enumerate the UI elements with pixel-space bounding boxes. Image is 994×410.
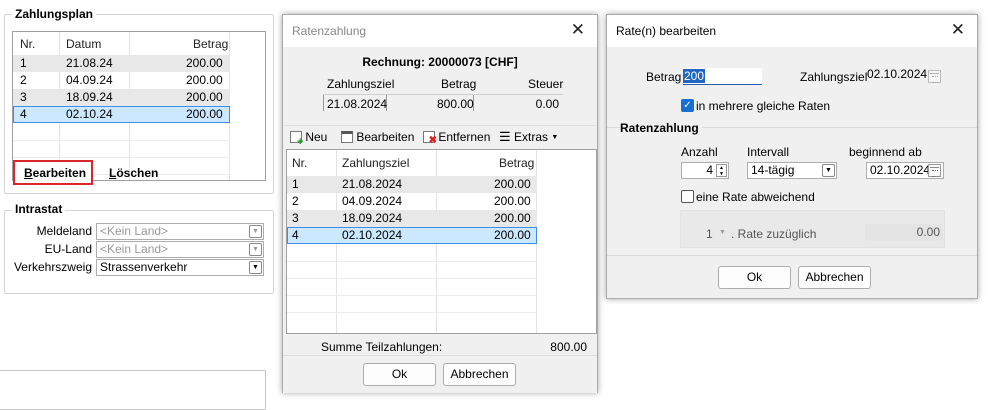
ok-button[interactable]: Ok — [718, 266, 791, 289]
new-icon: + — [290, 131, 303, 148]
col-header-datum[interactable]: Datum — [66, 36, 101, 53]
payment-plan-title: Zahlungsplan — [12, 7, 96, 21]
installments-title: Ratenzahlung — [292, 24, 367, 38]
summary-due: 21.08.2024 — [327, 97, 388, 111]
payment-plan-grid[interactable]: Nr. Datum Betrag 1 21.08.24 200.00 2 04.… — [12, 31, 266, 181]
col-header-nr[interactable]: Nr. — [292, 155, 307, 172]
table-row[interactable]: 4 02.10.24 200.00 — [13, 106, 230, 123]
summary-header-amount: Betrag — [441, 77, 477, 91]
chevron-down-icon[interactable]: ▼ — [249, 261, 262, 274]
edit-rate-title: Rate(n) bearbeiten — [616, 24, 717, 38]
split-checkbox[interactable]: ✓ — [681, 99, 694, 112]
cancel-button[interactable]: Abbrechen — [798, 266, 871, 289]
table-row[interactable]: 4 02.10.2024 200.00 — [287, 227, 537, 244]
amount-field[interactable]: 200 — [683, 68, 762, 85]
interval-label: Intervall — [747, 145, 790, 159]
installment-group-title: Ratenzahlung — [620, 121, 702, 135]
summary-header-due: Zahlungsziel — [327, 77, 395, 91]
stepper-arrows-icon[interactable]: ▲ ▼ — [716, 164, 727, 177]
verkehrszweig-label: Verkehrszweig — [13, 260, 92, 274]
extras-menu[interactable]: ☰ Extras ▼ — [499, 130, 558, 144]
col-header-betrag[interactable]: Betrag — [193, 36, 228, 53]
cancel-button[interactable]: Abbrechen — [443, 363, 516, 386]
edit-rate-titlebar: Rate(n) bearbeiten ✕ — [607, 15, 977, 47]
amount-label: Betrag — [646, 70, 682, 84]
table-row[interactable]: 3 18.09.2024 200.00 — [287, 210, 537, 227]
summary-amount: 800.00 — [437, 97, 474, 111]
edit-toolbar-button[interactable]: Bearbeiten — [341, 130, 414, 144]
summary-tax: 0.00 — [535, 97, 559, 111]
edit-icon — [341, 131, 353, 143]
sum-value: 800.00 — [550, 340, 587, 354]
intrastat-title: Intrastat — [12, 202, 66, 216]
bottom-panel — [0, 370, 266, 410]
toolbar: + Neu Bearbeiten ✖ Entfernen ☰ Extras ▼ — [283, 125, 597, 148]
table-row[interactable]: 2 04.09.2024 200.00 — [287, 193, 537, 210]
count-label: Anzahl — [681, 145, 718, 159]
menu-icon: ☰ — [499, 129, 511, 144]
edit-button[interactable]: Bearbeiten — [24, 166, 86, 180]
summary-row: 21.08.2024 800.00 0.00 — [323, 94, 563, 111]
meldeland-label: Meldeland — [36, 224, 92, 238]
deviating-suffix: . Rate zuzüglich — [731, 227, 817, 241]
delete-icon: ✖ — [423, 131, 437, 146]
installments-grid[interactable]: Nr. Zahlungsziel Betrag 1 21.08.2024 200… — [286, 149, 597, 334]
summary-header-tax: Steuer — [528, 77, 564, 91]
footer — [283, 355, 597, 393]
close-icon[interactable]: ✕ — [571, 21, 585, 39]
chevron-down-icon: ▼ — [551, 134, 559, 141]
table-row[interactable]: 1 21.08.2024 200.00 — [287, 176, 537, 193]
chevron-down-icon[interactable]: ▼ — [249, 225, 262, 238]
deviating-label: eine Rate abweichend — [696, 190, 815, 204]
calendar-icon[interactable] — [928, 70, 941, 83]
close-icon[interactable]: ✕ — [951, 21, 965, 39]
deviating-count[interactable]: 1 — [706, 227, 713, 241]
deviating-checkbox[interactable] — [681, 190, 694, 203]
calendar-icon[interactable] — [928, 164, 941, 177]
chevron-down-icon: ▼ — [719, 229, 726, 236]
ok-button[interactable]: Ok — [363, 363, 436, 386]
euland-select[interactable]: <Kein Land> ▼ — [96, 241, 264, 258]
col-header-nr[interactable]: Nr. — [20, 36, 35, 53]
new-button[interactable]: + Neu — [290, 130, 327, 148]
chevron-down-icon[interactable]: ▼ — [249, 243, 262, 256]
count-stepper[interactable]: 4 ▲ ▼ — [681, 162, 729, 179]
installments-dialog: Ratenzahlung ✕ Rechnung: 20000073 [CHF] … — [282, 14, 598, 393]
table-row[interactable]: 2 04.09.24 200.00 — [13, 72, 230, 89]
invoice-heading: Rechnung: 20000073 [CHF] — [362, 55, 518, 69]
edit-rate-dialog: Rate(n) bearbeiten ✕ Betrag 200 Zahlungs… — [606, 14, 978, 299]
chevron-down-icon[interactable]: ▼ — [822, 164, 835, 177]
col-header-betrag[interactable]: Betrag — [499, 155, 534, 172]
interval-select[interactable]: 14-tägig ▼ — [747, 162, 837, 179]
start-label: beginnend ab — [849, 145, 922, 159]
col-header-zahlungsziel[interactable]: Zahlungsziel — [342, 155, 409, 172]
sum-label: Summe Teilzahlungen: — [321, 340, 443, 354]
table-row[interactable]: 1 21.08.24 200.00 — [13, 55, 230, 72]
delete-button[interactable]: Löschen — [109, 166, 158, 180]
footer — [607, 255, 977, 299]
verkehrszweig-select[interactable]: Strassenverkehr ▼ — [96, 259, 264, 276]
table-row[interactable]: 3 18.09.24 200.00 — [13, 89, 230, 106]
euland-label: EU-Land — [44, 242, 92, 256]
installments-titlebar: Ratenzahlung ✕ — [283, 15, 597, 47]
due-label: Zahlungsziel — [800, 70, 868, 84]
split-label: in mehrere gleiche Raten — [696, 99, 831, 113]
deviating-amount-field[interactable]: 0.00 — [865, 224, 943, 241]
meldeland-select[interactable]: <Kein Land> ▼ — [96, 223, 264, 240]
remove-button[interactable]: ✖ Entfernen — [423, 130, 490, 146]
